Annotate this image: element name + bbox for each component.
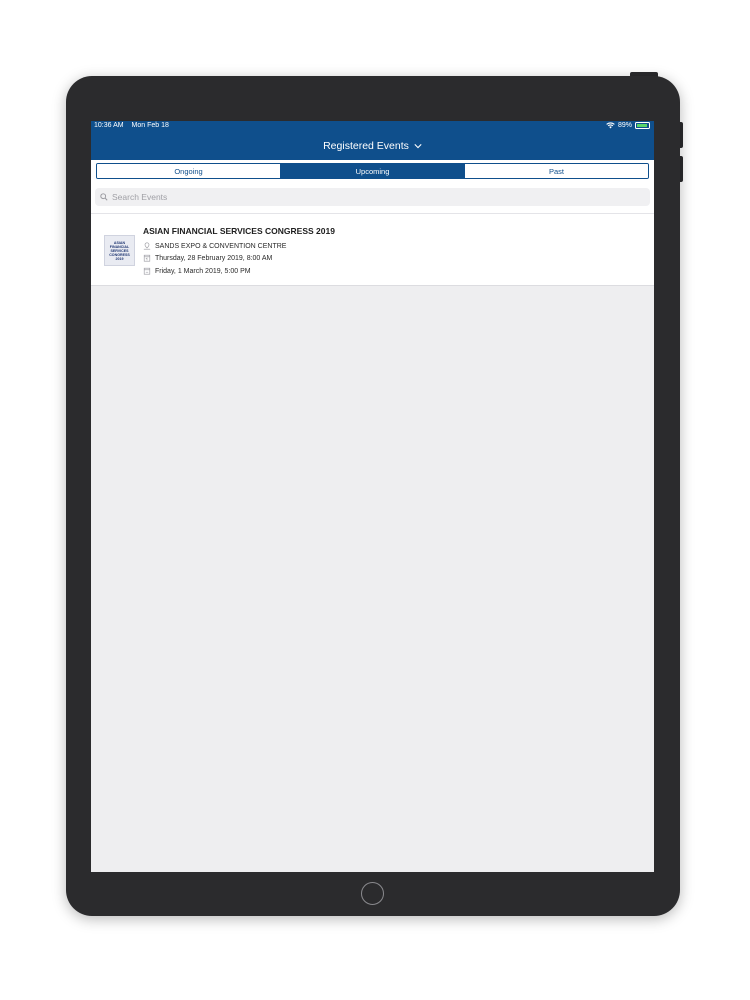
tab-ongoing[interactable]: Ongoing bbox=[97, 164, 281, 178]
segmented-control: Ongoing Upcoming Past bbox=[96, 163, 649, 179]
event-venue: SANDS EXPO & CONVENTION CENTRE bbox=[155, 242, 287, 250]
search-input[interactable] bbox=[112, 192, 632, 202]
event-title: ASIAN FINANCIAL SERVICES CONGRESS 2019 bbox=[143, 226, 335, 236]
status-time: 10:36 AM bbox=[94, 122, 124, 129]
wifi-icon bbox=[606, 122, 615, 129]
search-icon bbox=[100, 193, 108, 201]
event-filter-tabs: Ongoing Upcoming Past bbox=[91, 160, 654, 186]
event-venue-row: SANDS EXPO & CONVENTION CENTRE bbox=[143, 242, 286, 250]
nav-title: Registered Events bbox=[323, 140, 409, 152]
event-list: ASIAN FINANCIAL SERVICES CONGRESS 2019 A… bbox=[91, 213, 654, 286]
calendar-end-icon bbox=[143, 267, 151, 275]
tab-past[interactable]: Past bbox=[465, 164, 648, 178]
event-thumbnail: ASIAN FINANCIAL SERVICES CONGRESS 2019 bbox=[104, 235, 135, 266]
chevron-down-icon bbox=[414, 144, 422, 149]
home-button[interactable] bbox=[361, 882, 384, 905]
registered-events-dropdown[interactable]: Registered Events bbox=[323, 140, 422, 152]
battery-icon bbox=[635, 122, 650, 129]
event-start-row: Thursday, 28 February 2019, 8:00 AM bbox=[143, 254, 272, 262]
status-bar: 10:36 AM Mon Feb 18 89% bbox=[91, 121, 654, 132]
event-start-date: Thursday, 28 February 2019, 8:00 AM bbox=[155, 254, 273, 262]
search-area bbox=[91, 186, 654, 213]
app-screen: 10:36 AM Mon Feb 18 89% Registered Event… bbox=[91, 121, 654, 872]
battery-fill bbox=[637, 124, 647, 127]
battery-percent: 89% bbox=[617, 122, 632, 129]
event-end-date: Friday, 1 March 2019, 5:00 PM bbox=[155, 267, 251, 275]
status-bar-left: 10:36 AM Mon Feb 18 bbox=[94, 122, 169, 129]
location-icon bbox=[143, 242, 151, 250]
tab-upcoming[interactable]: Upcoming bbox=[281, 164, 465, 178]
list-item[interactable]: ASIAN FINANCIAL SERVICES CONGRESS 2019 A… bbox=[91, 214, 654, 285]
calendar-start-icon bbox=[143, 254, 151, 262]
event-thumbnail-logo-text: ASIAN FINANCIAL SERVICES CONGRESS 2019 bbox=[109, 240, 130, 261]
search-box[interactable] bbox=[95, 188, 650, 206]
status-bar-right: 89% bbox=[606, 122, 650, 129]
status-date: Mon Feb 18 bbox=[131, 122, 169, 129]
navigation-bar: Registered Events bbox=[91, 132, 654, 160]
event-end-row: Friday, 1 March 2019, 5:00 PM bbox=[143, 267, 251, 275]
